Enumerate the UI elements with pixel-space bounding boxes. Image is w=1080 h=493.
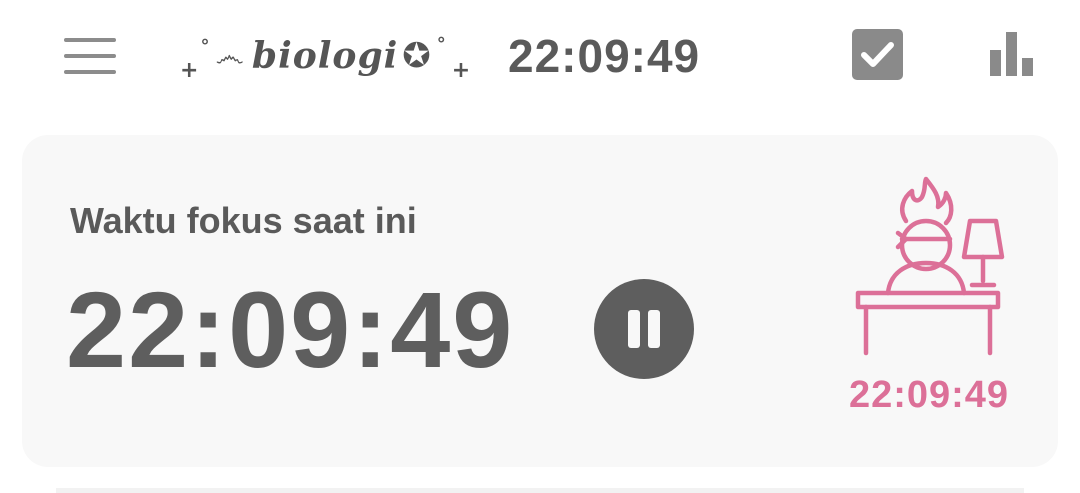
person-studying-on-fire-icon: [855, 176, 1005, 356]
checkbox-checked-icon[interactable]: [852, 29, 903, 80]
subject-name: biologi: [251, 35, 399, 77]
subject-deco-plus-right: +: [451, 57, 471, 83]
secondary-timer: 22:09:49: [848, 374, 1010, 416]
header-clock: 22:09:49: [508, 30, 701, 82]
subject-deco-ring-right: °: [436, 33, 446, 55]
focus-time-card: Waktu fokus saat ini 22:09:49 22:09:49: [22, 135, 1058, 467]
subject-star-deco: ✪: [402, 36, 431, 76]
hamburger-menu-icon[interactable]: [62, 36, 118, 76]
subject-spiral-deco: ෴: [215, 38, 244, 74]
pause-button[interactable]: [594, 279, 694, 379]
subject-deco-ring-left: °: [200, 35, 210, 57]
focus-time-label: Waktu fokus saat ini: [70, 200, 417, 241]
top-bar: + ° ෴ biologi ✪ ° + 22:09:49: [0, 0, 1080, 112]
next-card-edge: [56, 488, 1024, 493]
pause-icon-bar-right: [648, 310, 660, 348]
focus-time-value: 22:09:49: [66, 269, 515, 390]
subject-deco-plus-left: +: [180, 57, 199, 83]
bar-chart-icon[interactable]: [988, 30, 1036, 78]
subject-title[interactable]: + ° ෴ biologi ✪ ° +: [180, 30, 471, 83]
pause-icon-bar-left: [628, 310, 640, 348]
